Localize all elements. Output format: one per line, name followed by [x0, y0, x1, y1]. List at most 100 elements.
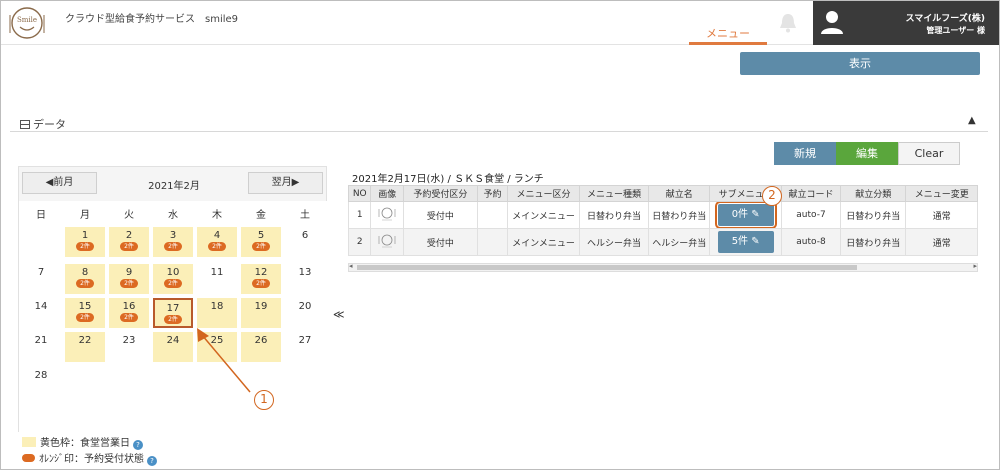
legend-business-text: 黄色枠：食堂営業日	[40, 438, 130, 449]
user-name: 管理ユーザー 様	[926, 26, 985, 35]
calendar-day[interactable]: 5 2件	[241, 227, 281, 257]
calendar-day[interactable]: 23	[109, 332, 149, 362]
column-header[interactable]: 予約受付区分	[403, 185, 478, 202]
day-number: 21	[34, 335, 48, 346]
day-number: 8	[81, 267, 89, 278]
next-month-button[interactable]: 翌月▶	[248, 172, 323, 194]
calendar-day[interactable]: 12 2件	[241, 264, 281, 294]
app-title: クラウド型給食予約サービス smile9	[65, 14, 239, 25]
prev-month-button[interactable]: ◀前月	[22, 172, 97, 194]
data-section-label: データ	[33, 118, 66, 131]
calendar-day[interactable]: 9 2件	[109, 264, 149, 294]
user-icon	[821, 11, 843, 34]
collapse-left-icon[interactable]: ≪	[333, 308, 345, 321]
scroll-right-icon[interactable]: ▸	[973, 262, 977, 270]
orange-badge-icon	[22, 454, 35, 462]
column-header[interactable]: 予約	[476, 185, 509, 202]
user-panel[interactable]: スマイルフーズ(株) 管理ユーザー 様	[813, 1, 999, 45]
calendar-day[interactable]: 27	[285, 332, 325, 362]
column-header[interactable]: 献立コード	[780, 185, 842, 202]
day-number: 26	[254, 335, 268, 346]
calendar-day[interactable]: 8 2件	[65, 264, 105, 294]
column-header[interactable]: メニュー種類	[578, 185, 650, 202]
column-header[interactable]: 献立分類	[840, 185, 907, 202]
day-number: 17	[166, 303, 180, 314]
cell-class: 日替わり弁当	[840, 201, 907, 229]
reservation-badge: 2件	[120, 279, 138, 288]
tab-menu[interactable]: メニュー	[689, 17, 767, 45]
calendar-day[interactable]: 2 2件	[109, 227, 149, 257]
day-number: 10	[166, 267, 180, 278]
help-icon[interactable]: ?	[147, 456, 157, 466]
new-button[interactable]: 新規	[774, 142, 836, 165]
collapse-up-icon[interactable]: ▲	[968, 115, 976, 126]
calendar-day[interactable]: 28	[21, 367, 61, 397]
pencil-icon: ✎	[748, 209, 760, 220]
cell-no: 1	[347, 201, 372, 229]
cell-name: ヘルシー弁当	[648, 228, 711, 256]
day-number: 3	[169, 230, 177, 241]
column-header[interactable]: 画像	[370, 185, 405, 202]
legend-business-day: 黄色枠：食堂営業日?	[22, 434, 143, 450]
calendar-day[interactable]: 13	[285, 264, 325, 294]
column-header[interactable]: NO	[347, 185, 372, 202]
calendar-day[interactable]: 19	[241, 298, 281, 328]
legend-reservation-text: ｵﾚﾝｼﾞ印：予約受付状態	[39, 454, 144, 465]
calendar-day[interactable]: 4 2件	[197, 227, 237, 257]
calendar-day[interactable]: 1 2件	[65, 227, 105, 257]
day-number: 11	[210, 267, 224, 278]
calendar-day[interactable]: 6	[285, 227, 325, 257]
submenu-edit-button[interactable]: 5件 ✎	[717, 231, 774, 253]
day-number: 15	[78, 301, 92, 312]
day-number: 24	[166, 335, 180, 346]
help-icon[interactable]: ?	[133, 440, 143, 450]
horizontal-scrollbar[interactable]: ◂ ▸	[348, 262, 978, 272]
calendar-day[interactable]: 20	[285, 298, 325, 328]
weekday-label: 月	[80, 210, 90, 221]
meal-image-icon	[378, 207, 396, 220]
weekday-label: 火	[124, 210, 134, 221]
calendar-day[interactable]: 25	[197, 332, 237, 362]
calendar-day[interactable]: 26	[241, 332, 281, 362]
submenu-edit-button[interactable]: 0件 ✎	[714, 202, 777, 228]
column-header[interactable]: 献立名	[648, 185, 711, 202]
reservation-badge: 2件	[164, 242, 182, 251]
bell-icon[interactable]	[777, 11, 799, 35]
weekday-label: 水	[168, 210, 178, 221]
day-number: 9	[125, 267, 133, 278]
display-button[interactable]: 表示	[740, 52, 980, 75]
scroll-left-icon[interactable]: ◂	[349, 262, 353, 270]
table-row[interactable]: 2 受付中 メインメニュー ヘルシー弁当 ヘルシー弁当 5件 ✎ auto-8 日替わり弁当通…	[347, 228, 978, 256]
scroll-thumb[interactable]	[357, 265, 857, 270]
calendar-day[interactable]: 3 2件	[153, 227, 193, 257]
edit-button[interactable]: 編集	[836, 142, 898, 165]
cell-name: 日替わり弁当	[648, 201, 711, 229]
clear-button[interactable]: Clear	[898, 142, 960, 165]
day-number: 16	[122, 301, 136, 312]
calendar-day[interactable]: 16 2件	[109, 298, 149, 328]
cell-code: auto-8	[780, 228, 842, 256]
calendar-day[interactable]: 7	[21, 264, 61, 294]
day-number: 27	[298, 335, 312, 346]
column-header[interactable]: メニュー変更	[905, 185, 978, 202]
calendar-grid: 日月火水木金土 1 2件 2 2件 3 2件 4 2件 5 2件 6 7 8 2件 9 2件 10 2件 11 12 2件…	[19, 201, 328, 432]
day-number: 13	[298, 267, 312, 278]
column-header[interactable]: メニュー区分	[507, 185, 580, 202]
weekday-label: 土	[300, 210, 310, 221]
submenu-count: 0件	[731, 209, 749, 220]
cell-category: メインメニュー	[507, 201, 580, 229]
cell-change: 通常	[905, 201, 978, 229]
calendar-day[interactable]: 22	[65, 332, 105, 362]
calendar-day[interactable]: 17 2件	[153, 298, 193, 328]
company-name: スマイルフーズ(株)	[905, 14, 985, 24]
calendar-day[interactable]: 14	[21, 298, 61, 328]
day-number: 12	[254, 267, 268, 278]
calendar-day[interactable]: 15 2件	[65, 298, 105, 328]
calendar-day[interactable]: 10 2件	[153, 264, 193, 294]
calendar-day[interactable]: 24	[153, 332, 193, 362]
table-row[interactable]: 1 受付中 メインメニュー 日替わり弁当 日替わり弁当 0件 ✎ auto-7 日替わり弁当通…	[347, 201, 978, 229]
day-number: 4	[213, 230, 221, 241]
calendar-day[interactable]: 21	[21, 332, 61, 362]
calendar-day[interactable]: 18	[197, 298, 237, 328]
calendar-day[interactable]: 11	[197, 264, 237, 294]
